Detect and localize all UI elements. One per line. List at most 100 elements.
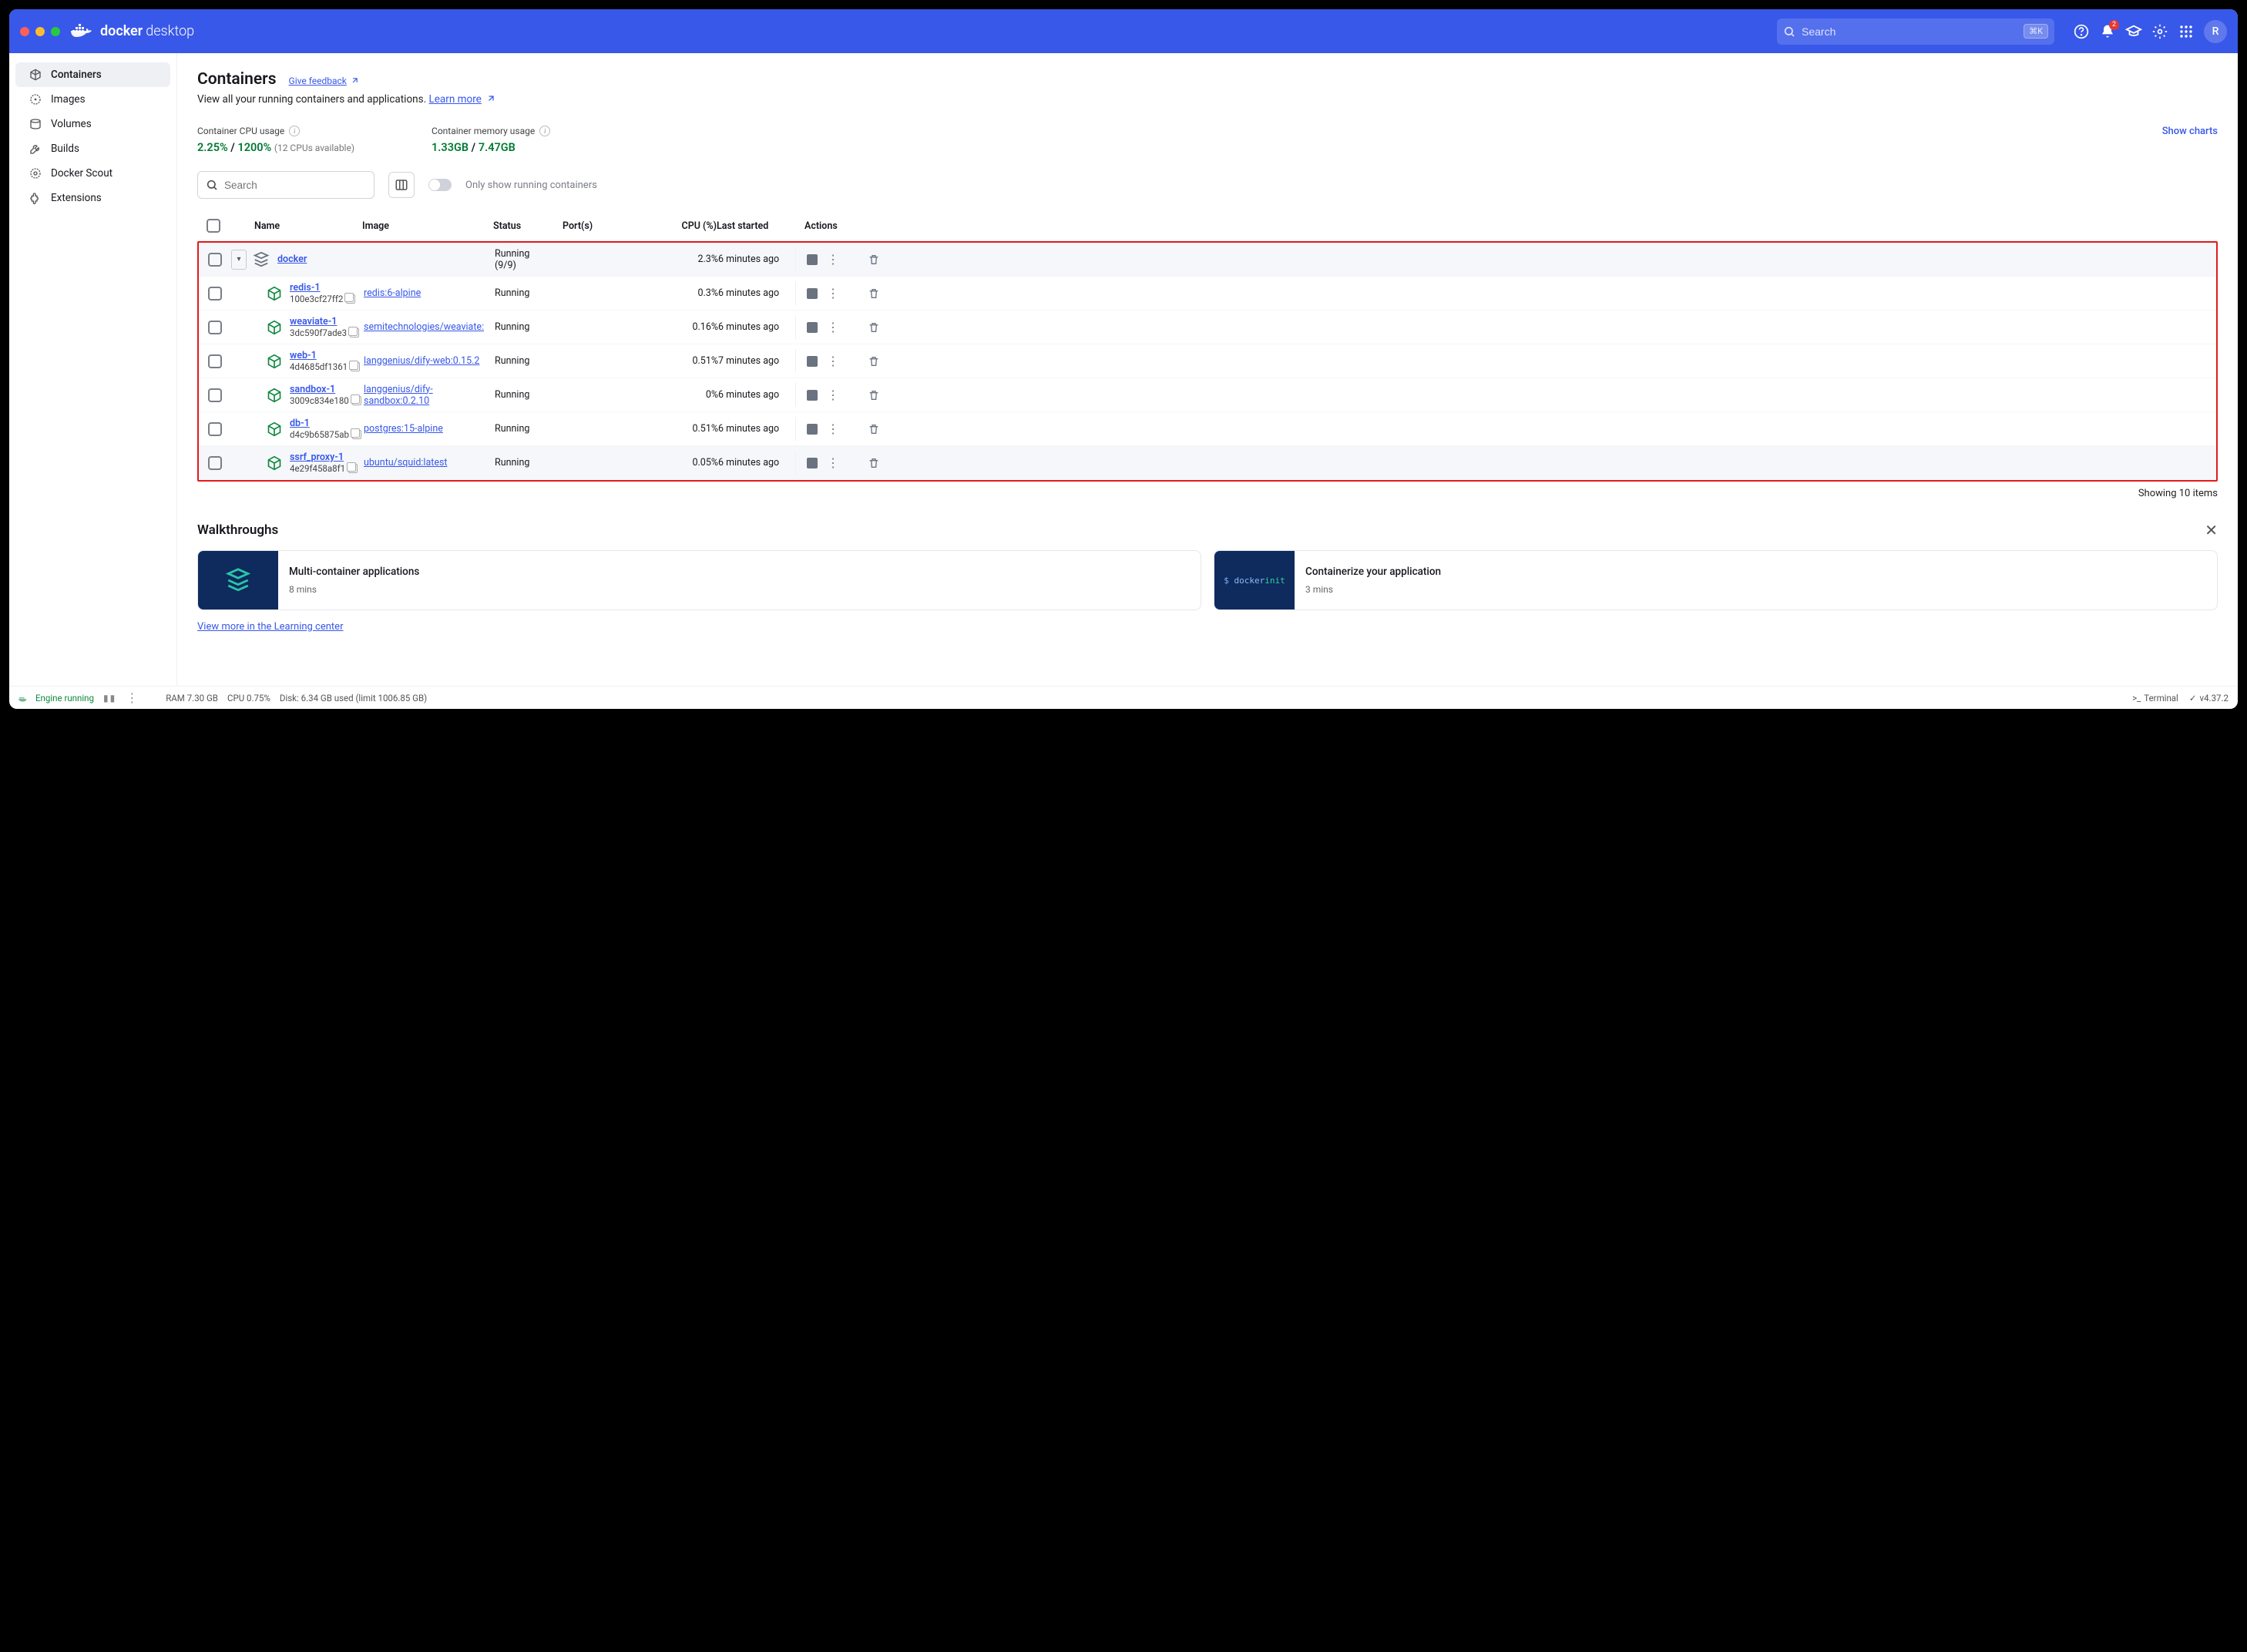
delete-button[interactable]	[868, 389, 880, 401]
container-name-link[interactable]: redis-1	[290, 282, 355, 294]
stop-button[interactable]	[807, 424, 818, 435]
stop-button[interactable]	[807, 322, 818, 333]
delete-button[interactable]	[868, 254, 880, 266]
footer-more-button[interactable]: ⋮	[126, 692, 138, 704]
walkthrough-card[interactable]: $ docker $ docker initinit Containerize …	[1214, 550, 2218, 610]
maximize-window-icon[interactable]	[51, 27, 60, 36]
version-label[interactable]: ✓v4.37.2	[2189, 693, 2229, 703]
table-search[interactable]	[197, 171, 374, 199]
copy-icon[interactable]	[352, 396, 361, 405]
row-checkbox[interactable]	[208, 354, 222, 368]
group-name-link[interactable]: docker	[277, 254, 307, 265]
help-button[interactable]	[2073, 23, 2090, 40]
container-row[interactable]: weaviate-1 3dc590f7ade3 semitechnologies…	[199, 311, 2216, 344]
pause-button[interactable]: ▮▮	[103, 693, 116, 703]
compose-group-row[interactable]: ▾ docker Running(9/9) 2.3% 6 minutes ago	[199, 243, 2216, 277]
row-checkbox[interactable]	[208, 287, 222, 301]
container-row[interactable]: ssrf_proxy-1 4e29f458a8f1 ubuntu/squid:l…	[199, 446, 2216, 480]
stop-button[interactable]	[807, 254, 818, 265]
copy-icon[interactable]	[352, 430, 361, 439]
more-button[interactable]: ⋮	[827, 254, 839, 266]
delete-button[interactable]	[868, 321, 880, 334]
container-row[interactable]: sandbox-1 3009c834e180 langgenius/dify-s…	[199, 378, 2216, 412]
scout-icon	[29, 167, 42, 180]
stop-button[interactable]	[807, 390, 818, 401]
more-button[interactable]: ⋮	[827, 423, 839, 435]
delete-button[interactable]	[868, 457, 880, 469]
running-only-toggle[interactable]	[428, 179, 452, 191]
copy-icon[interactable]	[351, 362, 360, 371]
sidebar-item-volumes[interactable]: Volumes	[15, 112, 170, 136]
apps-button[interactable]	[2178, 23, 2195, 40]
sidebar-item-scout[interactable]: Docker Scout	[15, 161, 170, 186]
col-image[interactable]: Image	[362, 220, 493, 232]
container-name-link[interactable]: ssrf_proxy-1	[290, 452, 358, 463]
walkthrough-card[interactable]: Multi-container applications 8 mins	[197, 550, 1201, 610]
row-checkbox[interactable]	[208, 422, 222, 436]
columns-button[interactable]	[388, 172, 415, 198]
expand-toggle[interactable]: ▾	[231, 250, 247, 270]
learning-button[interactable]	[2125, 23, 2142, 40]
copy-icon[interactable]	[346, 294, 355, 304]
show-charts-link[interactable]: Show charts	[2162, 126, 2218, 137]
container-row[interactable]: db-1 d4c9b65875ab postgres:15-alpine Run…	[199, 412, 2216, 446]
close-walkthroughs-button[interactable]: ✕	[2205, 521, 2218, 539]
container-name-link[interactable]: weaviate-1	[290, 316, 359, 327]
col-actions: Actions	[794, 220, 878, 232]
info-icon[interactable]: i	[539, 126, 550, 136]
image-link[interactable]: ubuntu/squid:latest	[364, 457, 448, 468]
give-feedback-link[interactable]: Give feedback	[289, 76, 358, 86]
title-bar: dockerdesktop ⌘K 2 R	[9, 9, 2238, 53]
image-link[interactable]: redis:6-alpine	[364, 287, 421, 299]
container-row[interactable]: web-1 4d4685df1361 langgenius/dify-web:0…	[199, 344, 2216, 378]
stop-button[interactable]	[807, 458, 818, 468]
more-button[interactable]: ⋮	[827, 321, 839, 334]
global-search-input[interactable]	[1802, 25, 2017, 38]
row-checkbox[interactable]	[208, 388, 222, 402]
avatar[interactable]: R	[2204, 20, 2227, 43]
container-row[interactable]: redis-1 100e3cf27ff2 redis:6-alpine Runn…	[199, 277, 2216, 311]
row-checkbox[interactable]	[208, 253, 222, 267]
stop-button[interactable]	[807, 356, 818, 367]
sidebar-item-builds[interactable]: Builds	[15, 136, 170, 161]
row-checkbox[interactable]	[208, 456, 222, 470]
select-all-checkbox[interactable]	[207, 219, 220, 233]
container-name-link[interactable]: db-1	[290, 418, 361, 429]
view-more-link[interactable]: View more in the Learning center	[197, 621, 343, 633]
col-ports[interactable]: Port(s)	[563, 220, 663, 232]
more-button[interactable]: ⋮	[827, 457, 839, 469]
learn-more-link[interactable]: Learn more	[429, 93, 482, 106]
copy-icon[interactable]	[348, 464, 358, 473]
terminal-button[interactable]: >_Terminal	[2132, 693, 2178, 703]
more-button[interactable]: ⋮	[827, 355, 839, 368]
image-link[interactable]: postgres:15-alpine	[364, 423, 443, 435]
sidebar-item-extensions[interactable]: Extensions	[15, 186, 170, 210]
settings-button[interactable]	[2151, 23, 2168, 40]
delete-button[interactable]	[868, 355, 880, 368]
more-button[interactable]: ⋮	[827, 287, 839, 300]
image-link[interactable]: semitechnologies/weaviate:	[364, 321, 484, 333]
col-cpu[interactable]: CPU (%)	[663, 220, 717, 232]
sidebar-item-images[interactable]: Images	[15, 87, 170, 112]
col-name[interactable]: Name	[254, 220, 362, 232]
global-search[interactable]: ⌘K	[1777, 18, 2054, 45]
image-link[interactable]: langgenius/dify-web:0.15.2	[364, 355, 479, 367]
row-checkbox[interactable]	[208, 321, 222, 334]
info-icon[interactable]: i	[289, 126, 300, 136]
notifications-button[interactable]: 2	[2099, 23, 2116, 40]
container-name-link[interactable]: sandbox-1	[290, 384, 361, 395]
close-window-icon[interactable]	[20, 27, 29, 36]
minimize-window-icon[interactable]	[35, 27, 45, 36]
more-button[interactable]: ⋮	[827, 389, 839, 401]
stop-button[interactable]	[807, 288, 818, 299]
delete-button[interactable]	[868, 287, 880, 300]
image-link[interactable]: langgenius/dify-sandbox:0.2.10	[364, 384, 487, 407]
container-name-link[interactable]: web-1	[290, 350, 360, 361]
col-last-started[interactable]: Last started	[717, 220, 794, 232]
copy-icon[interactable]	[350, 328, 359, 337]
delete-button[interactable]	[868, 423, 880, 435]
table-search-input[interactable]	[224, 180, 366, 191]
col-status[interactable]: Status	[493, 220, 563, 232]
sidebar-item-containers[interactable]: Containers	[15, 62, 170, 87]
engine-status[interactable]: Engine running	[18, 693, 94, 703]
